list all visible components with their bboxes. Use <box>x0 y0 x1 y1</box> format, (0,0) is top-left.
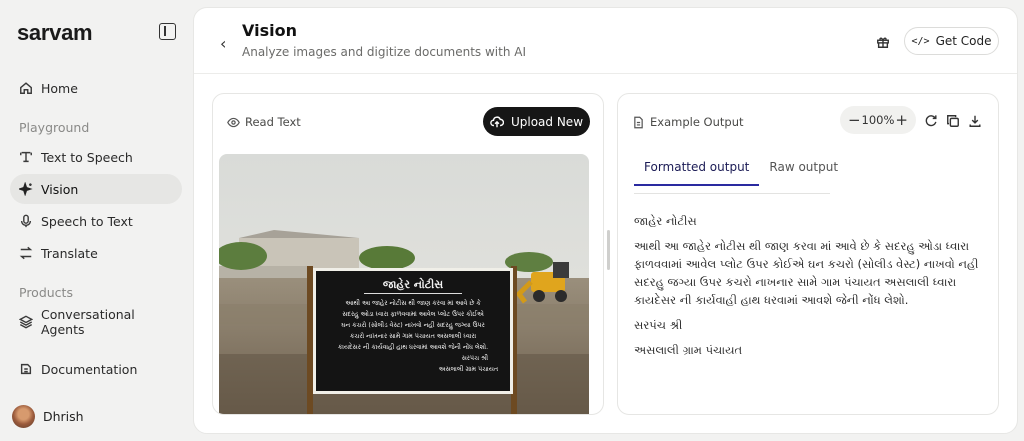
sidebar-item-text-to-speech[interactable]: Text to Speech <box>10 142 182 172</box>
page-title: Vision <box>242 21 297 40</box>
output-tabs: Formatted output Raw output <box>634 152 848 186</box>
sidebar-item-label: Speech to Text <box>41 213 133 229</box>
upload-new-label: Upload New <box>510 114 584 129</box>
sparkle-icon <box>19 182 33 196</box>
logo: sarvam <box>17 20 93 45</box>
output-paragraph: સરપંચ શ્રી <box>634 318 683 332</box>
sidebar-item-home[interactable]: Home <box>10 73 182 103</box>
code-icon: </> <box>911 35 930 47</box>
download-icon[interactable] <box>968 113 982 127</box>
sidebar-item-label: Vision <box>41 181 79 197</box>
main-panel: ‹ Vision Analyze images and digitize doc… <box>193 7 1018 434</box>
tabs-divider <box>634 193 830 194</box>
input-card-header: Read Text <box>227 115 301 129</box>
copy-icon[interactable] <box>946 113 960 127</box>
output-paragraph: આથી આ જાહેર નોટીસ થી જાણ કરવા માં આવે છે… <box>634 239 979 307</box>
sign-line: સરપંચ શ્રી <box>461 355 488 362</box>
sidebar: sarvam Home Playground Text to Speech Vi… <box>0 0 193 441</box>
sign-title: જાહેર નોટીસ <box>364 276 462 294</box>
scrollbar[interactable] <box>607 230 610 270</box>
sidebar-item-documentation[interactable]: Documentation <box>10 354 182 384</box>
zoom-in-icon[interactable]: + <box>895 111 908 129</box>
microphone-icon <box>19 214 33 228</box>
refresh-icon[interactable] <box>924 113 938 127</box>
sidebar-item-label: Text to Speech <box>41 149 133 165</box>
back-chevron-icon[interactable]: ‹ <box>220 34 226 53</box>
gift-icon[interactable] <box>876 34 890 48</box>
read-text-label: Read Text <box>245 115 301 129</box>
section-label-products: Products <box>19 285 73 300</box>
page-subtitle: Analyze images and digitize documents wi… <box>242 45 527 59</box>
user-name: Dhrish <box>43 409 84 424</box>
sign-line: ઘન કચરો (સોલીડ વેસ્ટ) નાખવો નહી સદરહુ જગ… <box>341 322 485 329</box>
translate-icon <box>19 246 33 260</box>
sidebar-item-label: Conversational Agents <box>41 307 135 337</box>
sidebar-item-label: Documentation <box>41 361 138 377</box>
output-card: Example Output − 100% + Formatted output… <box>617 93 999 415</box>
tab-raw-output[interactable]: Raw output <box>759 152 848 186</box>
input-card: Read Text Upload New જાહેર નોટીસ આથી આ જ… <box>212 93 604 415</box>
output-paragraph: જાહેર નોટીસ <box>634 214 697 228</box>
output-paragraph: અસલાલી ગ્રામ પંચાયત <box>634 343 743 357</box>
eye-icon <box>227 117 240 127</box>
sign-line: અસલાલી ગ્રામ પંચાયત <box>438 366 498 373</box>
sidebar-toggle-icon[interactable] <box>159 23 176 40</box>
sign-line: કાયદેસર ની કાર્યવાહી હાથ ધરવામાં આવશે જે… <box>337 344 489 351</box>
output-card-header: Example Output <box>632 115 744 129</box>
zoom-out-icon[interactable]: − <box>848 111 861 129</box>
zoom-level: 100% <box>861 113 895 127</box>
upload-new-button[interactable]: Upload New <box>483 107 590 136</box>
sign-line: આથી આ જાહેર નોટીસ થી જાણ કરવા માં આવે છે… <box>345 300 481 307</box>
layers-icon <box>19 315 33 329</box>
example-output-label: Example Output <box>650 115 744 129</box>
user-profile[interactable]: Dhrish <box>12 405 84 428</box>
sidebar-item-translate[interactable]: Translate <box>10 238 182 268</box>
home-icon <box>19 81 33 95</box>
sidebar-item-speech-to-text[interactable]: Speech to Text <box>10 206 182 236</box>
tab-formatted-output[interactable]: Formatted output <box>634 152 760 186</box>
uploaded-image: જાહેર નોટીસ આથી આ જાહેર નોટીસ થી જાણ કરવ… <box>219 154 589 414</box>
documentation-icon <box>19 362 33 376</box>
sign-line: કચરો નાખનાર સામે ગામ પંચાયત અસલાલી ધ્વાર… <box>349 333 477 340</box>
sidebar-item-label: Translate <box>41 245 98 261</box>
get-code-label: Get Code <box>935 34 992 48</box>
formatted-output-text: જાહેર નોટીસ આથી આ જાહેર નોટીસ થી જાણ કરવ… <box>634 212 984 366</box>
get-code-button[interactable]: </> Get Code <box>904 27 999 55</box>
sign-line: સદરહુ ઓડા ધ્વારા ફાળવવામાં આવેલ પ્લોટ ઉપ… <box>342 311 484 318</box>
avatar <box>12 405 35 428</box>
sidebar-item-conversational-agents[interactable]: Conversational Agents <box>10 307 182 337</box>
sidebar-item-label: Home <box>41 80 78 96</box>
sidebar-item-vision[interactable]: Vision <box>10 174 182 204</box>
zoom-control: − 100% + <box>840 106 916 134</box>
text-to-speech-icon <box>19 150 33 164</box>
page-header: ‹ Vision Analyze images and digitize doc… <box>194 8 1017 74</box>
cloud-upload-icon <box>490 115 504 127</box>
document-icon <box>634 116 643 128</box>
section-label-playground: Playground <box>19 120 90 135</box>
